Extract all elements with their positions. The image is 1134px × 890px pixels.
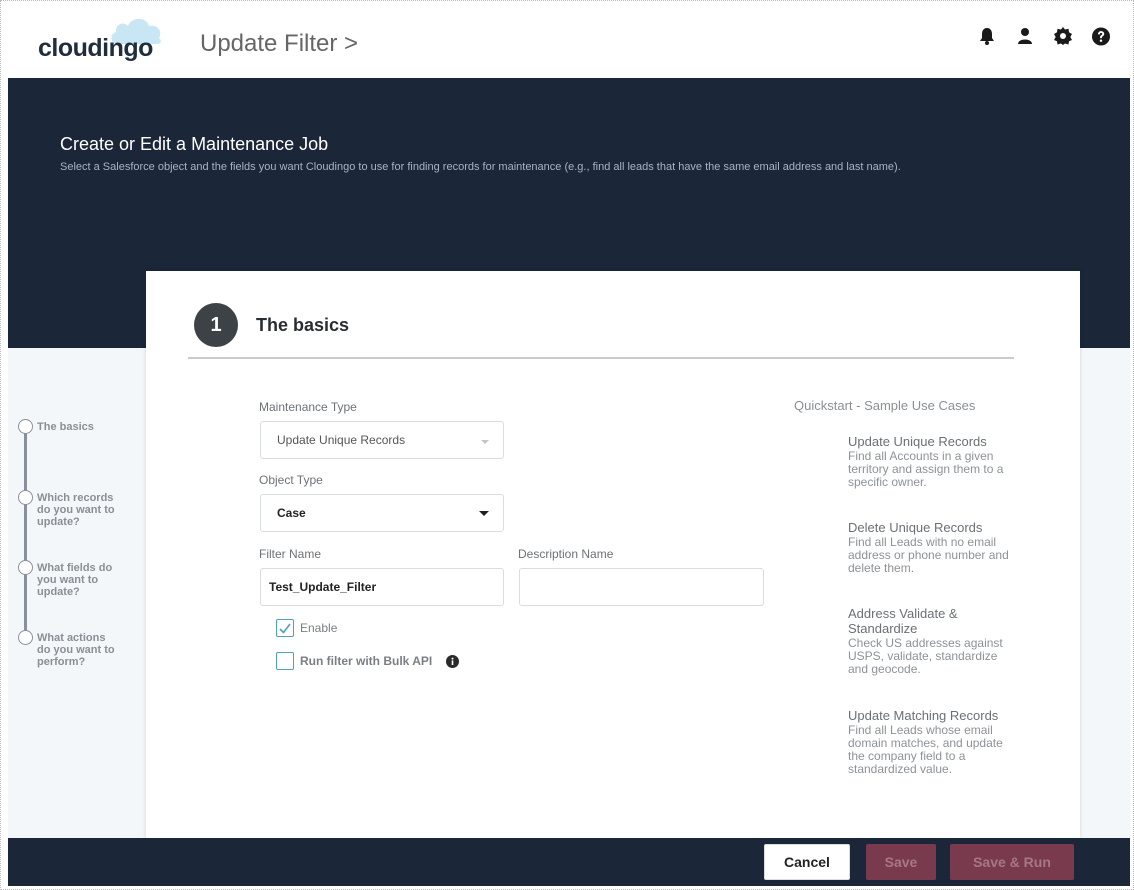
page-subtitle: Select a Salesforce object and the field…	[60, 161, 901, 173]
chevron-down-icon	[481, 440, 489, 444]
filter-name-label: Filter Name	[259, 547, 322, 561]
breadcrumb[interactable]: Update Filter >	[200, 30, 358, 58]
step-the-basics[interactable]: The basics	[18, 418, 117, 434]
section-divider	[188, 357, 1014, 359]
stepper-line	[24, 426, 27, 636]
step-which-records[interactable]: Which records do you want to update?	[18, 489, 117, 528]
section-number-badge: 1	[194, 303, 238, 347]
quickstart-item-address-validate[interactable]: Address Validate & Standardize Check US …	[848, 606, 1018, 676]
logo-text-cloud: cloud	[38, 34, 103, 62]
info-icon[interactable]	[446, 654, 460, 668]
object-type-label: Object Type	[259, 473, 323, 487]
top-icon-group	[978, 26, 1110, 46]
save-button[interactable]: Save	[866, 844, 936, 880]
step-dot	[18, 560, 33, 575]
checkmark-icon	[279, 623, 291, 634]
quickstart-item-desc: Find all Accounts in a given territory a…	[848, 449, 1004, 489]
page-title: Create or Edit a Maintenance Job	[60, 134, 329, 154]
step-label: The basics	[37, 421, 94, 433]
maintenance-type-value: Update Unique Records	[277, 433, 406, 447]
description-name-input[interactable]	[519, 568, 764, 606]
section-title: The basics	[256, 315, 350, 335]
step-dot	[18, 419, 33, 434]
logo-text-ingo: ingo	[102, 34, 153, 62]
enable-checkbox-row[interactable]: Enable	[276, 619, 337, 637]
bulk-api-checkbox-row[interactable]: Run filter with Bulk API	[276, 652, 460, 670]
quickstart-item-title: Update Unique Records	[848, 434, 987, 449]
cloudingo-logo[interactable]: cloudingo	[38, 12, 168, 72]
cancel-button[interactable]: Cancel	[764, 844, 850, 880]
quickstart-item-desc: Check US addresses against USPS, validat…	[848, 636, 1003, 676]
quickstart-item-title: Delete Unique Records	[848, 520, 983, 535]
step-label: What actions do you want to perform?	[37, 632, 115, 668]
user-icon[interactable]	[1016, 26, 1034, 46]
step-dot	[18, 490, 33, 505]
description-name-label: Description Name	[518, 547, 614, 561]
chevron-down-icon	[479, 511, 489, 516]
quickstart-item-title: Address Validate & Standardize	[848, 606, 958, 636]
footer-action-bar: Cancel Save Save & Run	[8, 838, 1130, 886]
bulk-api-checkbox[interactable]	[276, 652, 294, 670]
step-label: What fields do you want to update?	[37, 562, 113, 598]
quickstart-item-title: Update Matching Records	[848, 708, 999, 723]
step-dot	[18, 630, 33, 645]
bell-icon[interactable]	[978, 26, 996, 46]
help-icon[interactable]	[1092, 26, 1110, 46]
basics-card: 1 The basics Maintenance Type Update Uni…	[146, 271, 1080, 838]
object-type-select[interactable]: Case	[260, 494, 504, 532]
enable-label: Enable	[300, 621, 338, 635]
object-type-value: Case	[277, 506, 306, 520]
maintenance-type-select[interactable]: Update Unique Records	[260, 421, 504, 459]
bulk-api-label: Run filter with Bulk API	[300, 654, 433, 668]
quickstart-heading: Quickstart - Sample Use Cases	[794, 398, 976, 413]
filter-name-value: Test_Update_Filter	[269, 580, 377, 594]
step-what-fields[interactable]: What fields do you want to update?	[18, 559, 117, 598]
maintenance-type-label: Maintenance Type	[259, 400, 357, 414]
quickstart-item-update-unique[interactable]: Update Unique Records Find all Accounts …	[848, 434, 1018, 489]
step-what-actions[interactable]: What actions do you want to perform?	[18, 629, 117, 668]
quickstart-item-desc: Find all Leads whose email domain matche…	[848, 723, 1003, 776]
quickstart-item-update-matching[interactable]: Update Matching Records Find all Leads w…	[848, 708, 1018, 776]
gear-icon[interactable]	[1054, 26, 1072, 46]
logo-text: cloudingo	[38, 34, 153, 63]
top-bar: cloudingo Update Filter >	[0, 0, 1134, 78]
save-and-run-button[interactable]: Save & Run	[950, 844, 1074, 880]
quickstart-item-delete-unique[interactable]: Delete Unique Records Find all Leads wit…	[848, 520, 1018, 575]
filter-name-input[interactable]: Test_Update_Filter	[260, 568, 504, 606]
quickstart-item-desc: Find all Leads with no email address or …	[848, 535, 1009, 575]
step-label: Which records do you want to update?	[37, 492, 115, 528]
progress-stepper: The basics Which records do you want to …	[18, 418, 128, 678]
enable-checkbox[interactable]	[276, 619, 294, 637]
